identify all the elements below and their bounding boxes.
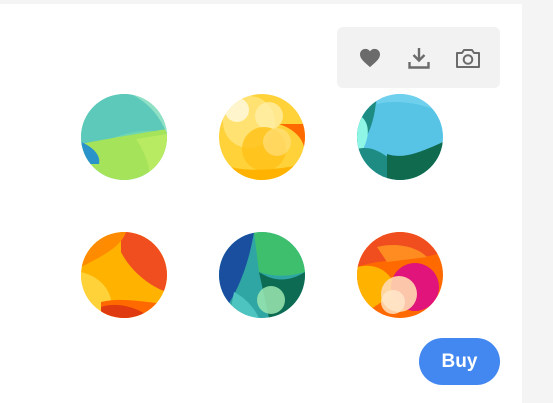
favorite-button[interactable] bbox=[350, 38, 390, 78]
artwork-2[interactable] bbox=[219, 94, 305, 180]
camera-button[interactable] bbox=[448, 38, 488, 78]
product-card: Buy bbox=[0, 4, 522, 403]
heart-icon bbox=[359, 48, 380, 67]
artwork-5[interactable] bbox=[219, 232, 305, 318]
artwork-4[interactable] bbox=[81, 232, 167, 318]
image-toolbar bbox=[337, 27, 500, 88]
artwork-1[interactable] bbox=[81, 94, 167, 180]
artwork-6[interactable] bbox=[357, 232, 443, 318]
download-button[interactable] bbox=[399, 38, 439, 78]
buy-button[interactable]: Buy bbox=[419, 338, 500, 385]
artwork-3[interactable] bbox=[357, 94, 443, 180]
download-icon bbox=[407, 47, 430, 69]
camera-icon bbox=[455, 48, 480, 68]
